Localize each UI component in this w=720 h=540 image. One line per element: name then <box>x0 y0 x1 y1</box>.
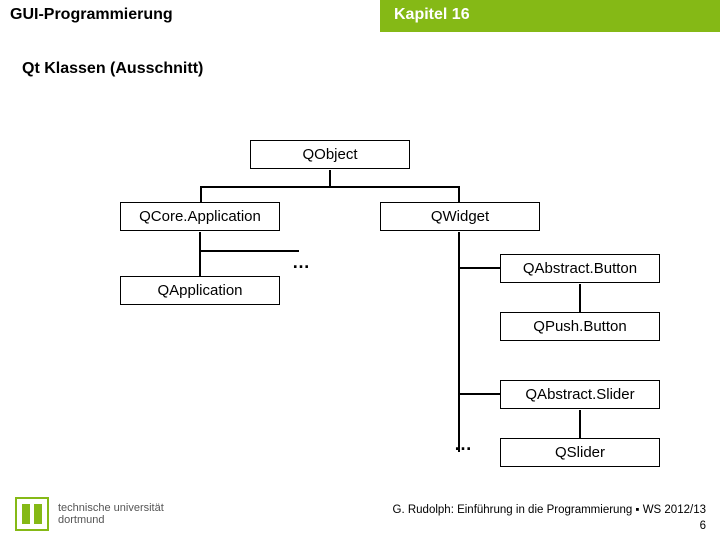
slide-footer: G. Rudolph: Einführung in die Programmie… <box>393 502 706 534</box>
tu-logo-icon <box>14 496 50 532</box>
connector <box>458 393 500 395</box>
node-qapplication: QApplication <box>120 276 280 305</box>
connector <box>579 410 581 438</box>
connector <box>458 186 460 202</box>
logo-line2: dortmund <box>58 514 164 526</box>
footer-text: G. Rudolph: Einführung in die Programmie… <box>393 502 706 518</box>
connector <box>458 267 500 269</box>
connector <box>199 232 201 252</box>
class-hierarchy-diagram: QObject QCore.Application QWidget … QApp… <box>0 120 720 480</box>
logo-line1: technische universität <box>58 502 164 514</box>
node-qabstractslider: QAbstract.Slider <box>500 380 660 409</box>
connector <box>200 186 460 188</box>
ellipsis-icon: … <box>292 252 311 273</box>
university-logo: technische universität dortmund <box>14 496 164 532</box>
node-qobject: QObject <box>250 140 410 169</box>
ellipsis-icon: … <box>454 434 473 455</box>
slide-header: GUI-Programmierung Kapitel 16 <box>0 0 720 32</box>
connector <box>199 250 299 252</box>
header-title-left: GUI-Programmierung <box>0 0 380 32</box>
header-title-right: Kapitel 16 <box>380 0 720 32</box>
node-qcoreapplication: QCore.Application <box>120 202 280 231</box>
connector <box>200 186 202 202</box>
page-number: 6 <box>393 518 706 534</box>
connector <box>458 232 460 452</box>
node-qabstractbutton: QAbstract.Button <box>500 254 660 283</box>
connector <box>199 250 201 276</box>
node-qwidget: QWidget <box>380 202 540 231</box>
node-qslider: QSlider <box>500 438 660 467</box>
slide-subtitle: Qt Klassen (Ausschnitt) <box>22 60 720 78</box>
logo-text: technische universität dortmund <box>58 502 164 526</box>
node-qpushbutton: QPush.Button <box>500 312 660 341</box>
connector <box>579 284 581 312</box>
